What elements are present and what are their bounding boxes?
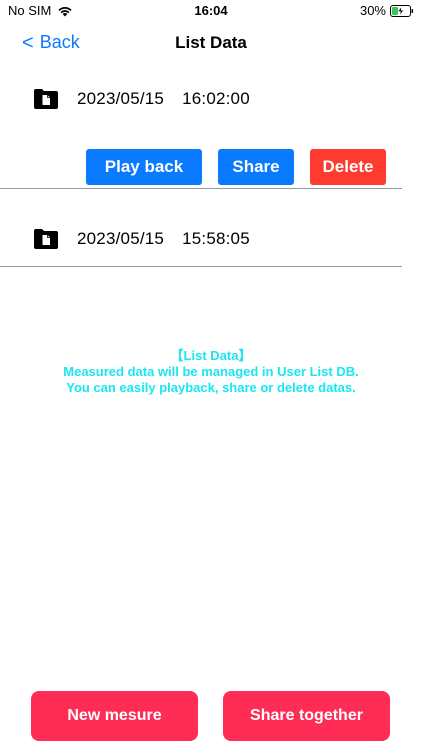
- new-mesure-button[interactable]: New mesure: [31, 691, 198, 741]
- folder-icon: [34, 229, 58, 249]
- info-line: You can easily playback, share or delete…: [66, 380, 356, 395]
- info-line: Measured data will be managed in User Li…: [63, 364, 359, 379]
- page-title: List Data: [175, 33, 247, 52]
- battery-percent: 30%: [359, 3, 386, 18]
- delete-button[interactable]: Delete: [310, 149, 386, 185]
- screen: No SIM 16:04 30% < Back List Data 2023/0…: [0, 0, 422, 750]
- play-back-button[interactable]: Play back: [86, 149, 202, 185]
- battery-charging-icon: [390, 4, 414, 17]
- info-heading: 【List Data】: [170, 348, 252, 363]
- divider: [0, 188, 402, 189]
- row-date: 2023/05/15: [77, 229, 165, 248]
- row-time: 15:58:05: [182, 229, 250, 248]
- list-item-content: 2023/05/15 15:58:05: [33, 228, 250, 250]
- navigation-bar: < Back List Data: [0, 28, 422, 58]
- status-time: 16:04: [194, 3, 228, 18]
- row-time: 16:02:00: [182, 89, 250, 108]
- status-right: 30%: [360, 3, 414, 18]
- status-bar: No SIM 16:04 30%: [0, 0, 422, 22]
- row-date: 2023/05/15: [77, 89, 165, 108]
- share-together-button[interactable]: Share together: [223, 691, 390, 741]
- share-button[interactable]: Share: [218, 149, 294, 185]
- folder-icon: [34, 89, 58, 109]
- divider: [0, 266, 402, 267]
- list-item-content: 2023/05/15 16:02:00: [33, 88, 250, 110]
- list-item[interactable]: 2023/05/15 15:58:05: [0, 218, 422, 266]
- info-text: 【List Data】 Measured data will be manage…: [0, 348, 422, 396]
